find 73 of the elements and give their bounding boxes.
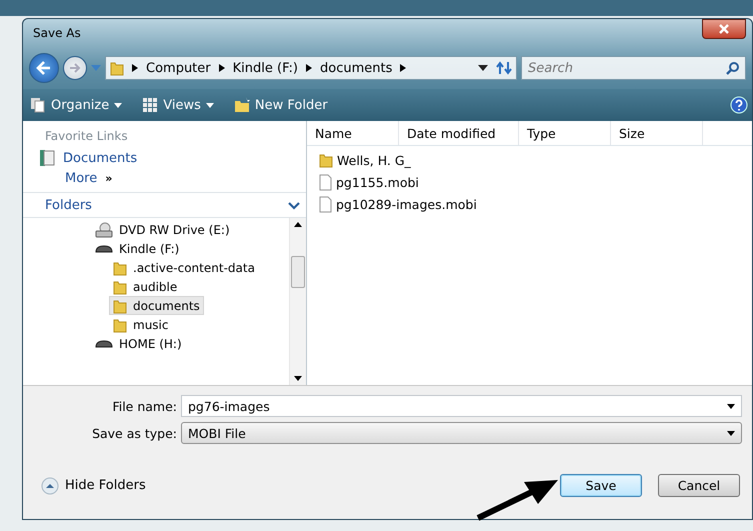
scrollbar-thumb[interactable] xyxy=(291,256,305,288)
section-heading: Favorite Links xyxy=(44,128,129,145)
tree-item[interactable]: Kindle (F:) xyxy=(91,239,184,258)
document-icon xyxy=(39,149,55,167)
search-field[interactable]: Search xyxy=(521,56,746,80)
close-button[interactable] xyxy=(702,19,746,39)
help-icon[interactable] xyxy=(730,96,748,114)
favorite-link[interactable]: Documents xyxy=(23,147,306,169)
file-name-field[interactable]: pg76-images xyxy=(181,395,742,417)
chevron-icon xyxy=(288,202,300,210)
caret-icon xyxy=(206,102,214,108)
folder-icon xyxy=(319,152,333,168)
new-folder-icon xyxy=(234,97,250,113)
file-row[interactable]: pg1155.mobi xyxy=(307,171,419,193)
search-icon[interactable] xyxy=(726,61,740,75)
caret-icon xyxy=(727,404,735,408)
column-header[interactable]: Type xyxy=(519,121,611,145)
hide-folders-button[interactable]: Hide Folders xyxy=(41,476,146,494)
toolbar-button[interactable]: Organize xyxy=(27,95,126,115)
tree-item[interactable]: DVD RW Drive (E:) xyxy=(91,220,234,239)
folder-icon xyxy=(113,298,127,314)
tree-item[interactable]: audible xyxy=(109,277,182,296)
up-arrow-circle-icon xyxy=(41,476,59,494)
column-header[interactable]: Name xyxy=(307,121,399,145)
field-label: File name: xyxy=(111,398,177,414)
folder-icon xyxy=(113,260,127,276)
drive-icon xyxy=(95,338,113,348)
file-row[interactable]: Wells, H. G_ xyxy=(307,149,411,171)
caret-icon xyxy=(294,376,302,381)
caret-icon xyxy=(114,102,122,108)
breadcrumb-arrow-icon[interactable] xyxy=(132,64,138,72)
forward-arrow-icon xyxy=(69,63,81,73)
tree-item[interactable]: .active-content-data xyxy=(109,258,259,277)
folder-icon xyxy=(113,316,127,332)
toolbar-button[interactable]: New Folder xyxy=(230,95,331,115)
column-header[interactable]: Date modified xyxy=(399,121,519,145)
field-label: Save as type: xyxy=(91,426,177,440)
folders-header[interactable]: Folders xyxy=(23,192,306,218)
back-arrow-icon xyxy=(36,61,52,75)
grid-icon xyxy=(142,97,158,113)
dialog-button[interactable]: Cancel xyxy=(658,474,740,497)
refresh-icon[interactable] xyxy=(496,61,512,75)
caret-icon xyxy=(294,222,302,227)
breadcrumb-arrow-icon[interactable] xyxy=(218,64,225,72)
breadcrumb-arrow-icon[interactable] xyxy=(400,64,406,72)
file-icon xyxy=(319,174,332,190)
column-header[interactable]: Size xyxy=(611,121,703,145)
pages-icon xyxy=(30,97,46,113)
tree-item[interactable]: HOME (H:) xyxy=(91,334,186,353)
window-title: Save As xyxy=(32,26,81,40)
breadcrumb[interactable]: Computer xyxy=(146,60,211,76)
dialog-button[interactable]: Save xyxy=(560,474,642,497)
tree-item[interactable]: documents xyxy=(109,296,204,315)
toolbar-button[interactable]: Views xyxy=(139,95,217,115)
dropdown-arrow-icon[interactable] xyxy=(478,65,488,71)
optical-drive-icon xyxy=(95,222,113,238)
breadcrumb[interactable]: Kindle (F:) xyxy=(232,60,298,76)
folder-icon xyxy=(110,60,124,76)
drive-icon xyxy=(95,244,113,254)
file-type-dropdown[interactable]: MOBI File xyxy=(181,422,742,444)
file-icon xyxy=(319,196,332,212)
file-row[interactable]: pg10289-images.mobi xyxy=(307,193,477,215)
more-link[interactable]: More » xyxy=(23,169,306,188)
breadcrumb[interactable]: documents xyxy=(320,60,392,76)
address-bar[interactable]: Computer Kindle (F:) documents xyxy=(105,56,517,80)
caret-icon xyxy=(727,430,735,436)
tree-item[interactable]: music xyxy=(109,315,172,334)
breadcrumb-arrow-icon[interactable] xyxy=(306,64,312,72)
close-icon xyxy=(718,24,730,34)
scrollbar[interactable] xyxy=(289,218,306,385)
forward-button[interactable] xyxy=(63,56,87,80)
folder-icon xyxy=(113,278,127,294)
back-button[interactable] xyxy=(29,53,59,83)
